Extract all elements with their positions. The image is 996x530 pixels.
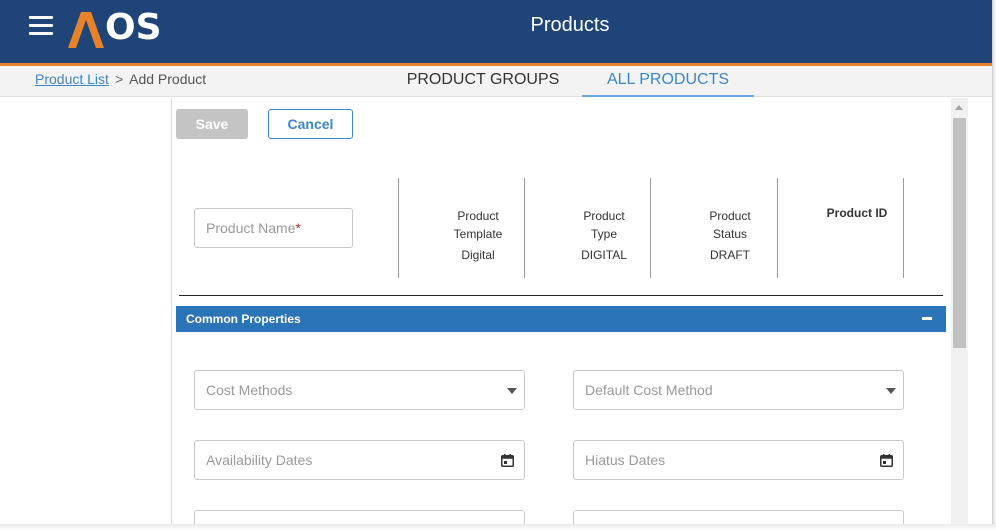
header-divider-line [179, 295, 943, 296]
product-name-input[interactable]: Product Name* [194, 208, 353, 248]
scroll-up-arrow-icon[interactable] [955, 105, 963, 110]
default-cost-method-select[interactable]: Default Cost Method [573, 370, 904, 410]
product-type-label-2: Type [590, 227, 617, 241]
product-id-label: Product ID [826, 206, 888, 220]
product-type-label-1: Product [583, 209, 625, 223]
tab-all-products[interactable]: ALL PRODUCTS [582, 71, 754, 97]
calendar-icon[interactable] [501, 454, 514, 467]
tab-product-groups[interactable]: PRODUCT GROUPS [395, 71, 571, 97]
top-header: OS Products [0, 0, 992, 63]
minus-icon[interactable] [922, 317, 932, 320]
placeholder-text: Product Name [206, 220, 296, 236]
calendar-icon[interactable] [880, 454, 893, 467]
breadcrumb-product-list-link[interactable]: Product List [35, 71, 109, 87]
product-name-placeholder: Product Name* [206, 220, 301, 236]
scrollbar-thumb[interactable] [953, 118, 966, 348]
save-button[interactable]: Save [176, 109, 248, 139]
hiatus-dates-input[interactable]: Hiatus Dates [573, 440, 904, 480]
chevron-down-icon [507, 388, 517, 394]
product-template-label-1: Product [457, 209, 499, 223]
screenshot-edge [0, 524, 996, 530]
section-title: Common Properties [186, 312, 301, 326]
required-mark: * [295, 220, 301, 236]
availability-dates-placeholder: Availability Dates [206, 452, 313, 468]
breadcrumb-current: Add Product [129, 71, 207, 87]
cost-methods-select[interactable]: Cost Methods [194, 370, 525, 410]
availability-dates-input[interactable]: Availability Dates [194, 440, 525, 480]
sub-navigation-bar: Product List > Add Product PRODUCT GROUP… [0, 66, 992, 97]
screenshot-edge [992, 0, 996, 530]
cancel-button[interactable]: Cancel [268, 109, 353, 139]
breadcrumb: Product List > Add Product [35, 71, 206, 87]
breadcrumb-separator: > [114, 71, 124, 87]
default-cost-method-placeholder: Default Cost Method [585, 382, 713, 398]
hiatus-dates-placeholder: Hiatus Dates [585, 452, 666, 468]
meta-divider [398, 178, 399, 278]
product-template-value: Digital [461, 248, 495, 262]
common-properties-section-header[interactable]: Common Properties [176, 306, 946, 332]
meta-divider [903, 178, 904, 278]
product-status-label-2: Status [712, 227, 748, 241]
product-template-info: Product Template Digital [415, 207, 541, 262]
product-type-info: Product Type DIGITAL [541, 207, 667, 262]
product-status-label-1: Product [709, 209, 751, 223]
product-template-label-2: Template [453, 227, 503, 241]
product-status-value: DRAFT [710, 248, 750, 262]
page-title: Products [530, 14, 610, 36]
product-status-info: Product Status DRAFT [667, 207, 793, 262]
chevron-down-icon [886, 388, 896, 394]
product-type-value: DIGITAL [581, 248, 627, 262]
cost-methods-placeholder: Cost Methods [206, 382, 293, 398]
